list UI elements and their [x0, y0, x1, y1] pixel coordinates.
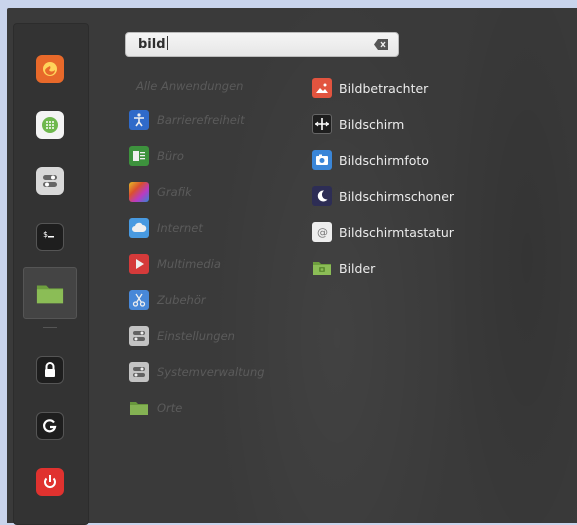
- category-label: Grafik: [157, 185, 192, 199]
- result-display[interactable]: Bildschirm: [312, 113, 404, 135]
- category-label: Zubehör: [157, 293, 206, 307]
- category-accessibility[interactable]: Barrierefreiheit: [129, 109, 299, 131]
- settings-toggle-icon: [36, 167, 64, 195]
- folder-icon: [129, 398, 149, 418]
- category-label: Einstellungen: [157, 329, 235, 343]
- category-label: Büro: [157, 149, 184, 163]
- software-manager-icon: [36, 111, 64, 139]
- at-keyboard-icon: @: [312, 222, 332, 242]
- category-settings[interactable]: Einstellungen: [129, 325, 299, 347]
- favorites-separator: [43, 327, 57, 328]
- category-label: Barrierefreiheit: [157, 113, 245, 127]
- category-graphics[interactable]: Grafik: [129, 181, 299, 203]
- clear-search-icon[interactable]: [374, 39, 388, 50]
- category-accessories[interactable]: Zubehör: [129, 289, 299, 311]
- category-multimedia[interactable]: Multimedia: [129, 253, 299, 275]
- favorite-power[interactable]: [23, 456, 77, 508]
- result-screensaver[interactable]: Bildschirmschoner: [312, 185, 454, 207]
- firefox-icon: [36, 55, 64, 83]
- result-label: Bilder: [339, 260, 376, 276]
- result-label: Bildbetrachter: [339, 80, 429, 96]
- logout-icon: [36, 412, 64, 440]
- toggle-settings-icon: [129, 326, 149, 346]
- result-label: Bildschirm: [339, 116, 405, 132]
- cloud-icon: [129, 218, 149, 238]
- favorite-firefox[interactable]: [23, 43, 77, 95]
- camera-icon: [312, 150, 332, 170]
- category-office[interactable]: Büro: [129, 145, 299, 167]
- category-label: Internet: [157, 221, 203, 235]
- image-viewer-icon: [312, 78, 332, 98]
- category-label: Multimedia: [157, 257, 221, 271]
- search-text: bild: [138, 36, 168, 52]
- moon-icon: [312, 186, 332, 206]
- accessibility-icon: [129, 110, 149, 130]
- favorite-lock[interactable]: [23, 344, 77, 396]
- category-label: Orte: [157, 401, 183, 415]
- result-pictures[interactable]: Bilder: [312, 257, 375, 279]
- result-screenshot[interactable]: Bildschirmfoto: [312, 149, 429, 171]
- favorite-software-manager[interactable]: [23, 99, 77, 151]
- svg-text:@: @: [317, 226, 328, 239]
- category-system-administration[interactable]: Systemverwaltung: [129, 361, 299, 383]
- lock-icon: [36, 356, 64, 384]
- category-all-applications[interactable]: Alle Anwendungen: [136, 79, 243, 93]
- category-internet[interactable]: Internet: [129, 217, 299, 239]
- result-onscreen-keyboard[interactable]: @ Bildschirmtastatur: [312, 221, 454, 243]
- result-label: Bildschirmtastatur: [339, 224, 454, 240]
- display-icon: [312, 114, 332, 134]
- svg-text:$: $: [43, 230, 48, 239]
- scissors-icon: [129, 290, 149, 310]
- favorite-settings[interactable]: [23, 155, 77, 207]
- result-image-viewer[interactable]: Bildbetrachter: [312, 77, 428, 99]
- office-icon: [129, 146, 149, 166]
- pictures-folder-icon: [312, 258, 332, 278]
- favorites-panel: $: [13, 23, 89, 525]
- category-label: Systemverwaltung: [157, 365, 265, 379]
- system-admin-icon: [129, 362, 149, 382]
- result-label: Bildschirmschoner: [339, 188, 455, 204]
- result-label: Bildschirmfoto: [339, 152, 429, 168]
- favorite-files[interactable]: [23, 267, 77, 319]
- graphics-icon: [129, 182, 149, 202]
- favorite-terminal[interactable]: $: [23, 211, 77, 263]
- category-places[interactable]: Orte: [129, 397, 299, 419]
- play-icon: [129, 254, 149, 274]
- terminal-icon: $: [36, 223, 64, 251]
- power-icon: [36, 468, 64, 496]
- files-folder-icon: [36, 279, 64, 307]
- search-input[interactable]: bild: [125, 32, 399, 57]
- favorite-logout[interactable]: [23, 400, 77, 452]
